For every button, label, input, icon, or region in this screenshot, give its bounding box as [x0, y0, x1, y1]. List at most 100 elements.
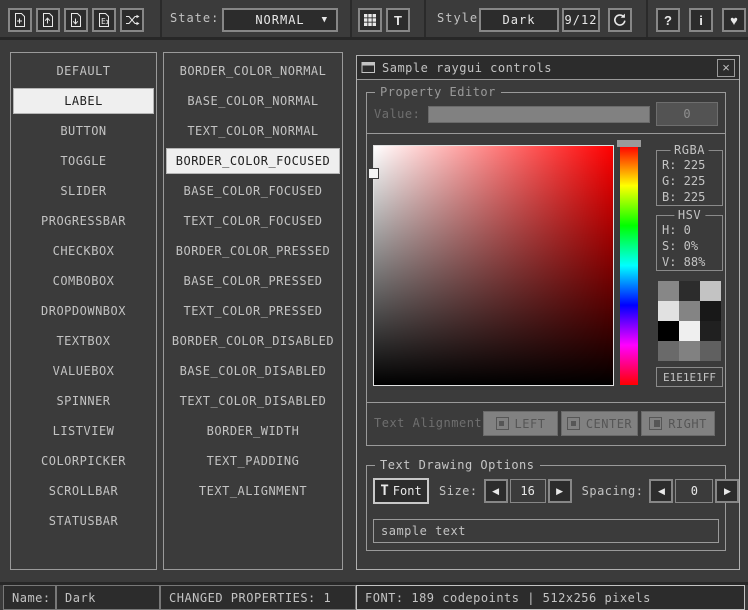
value-slider	[428, 106, 650, 123]
properties-list-item-label: TEXT_ALIGNMENT	[199, 484, 307, 498]
color-picker-panel[interactable]	[373, 145, 614, 386]
style-color-swatch	[700, 341, 721, 361]
controls-list-item-label: PROGRESSBAR	[41, 214, 126, 228]
export-file-icon: E	[96, 12, 112, 28]
controls-list-item[interactable]: LABEL	[13, 88, 154, 114]
properties-list-item[interactable]: TEXT_COLOR_FOCUSED	[164, 206, 342, 236]
save-style-button[interactable]	[64, 8, 88, 32]
style-index-value: 9/12	[565, 13, 598, 27]
controls-list-item[interactable]: CHECKBOX	[11, 236, 156, 266]
controls-list-item[interactable]: TEXTBOX	[11, 326, 156, 356]
sample-controls-window: Sample raygui controls × Property Editor…	[356, 55, 740, 570]
state-dropdown[interactable]: NORMAL ▼	[222, 8, 338, 32]
properties-list-item[interactable]: TEXT_COLOR_PRESSED	[164, 296, 342, 326]
toolbar-divider	[646, 0, 648, 37]
hsv-s-value: S: 0%	[657, 238, 722, 254]
controls-list-item[interactable]: PROGRESSBAR	[11, 206, 156, 236]
properties-list-item[interactable]: BORDER_COLOR_DISABLED	[164, 326, 342, 356]
properties-list-item[interactable]: TEXT_COLOR_DISABLED	[164, 386, 342, 416]
properties-list-item-label: TEXT_COLOR_FOCUSED	[183, 214, 322, 228]
grid-icon	[362, 12, 378, 28]
spacing-increase-button[interactable]: ▶	[715, 479, 739, 503]
info-icon: i	[699, 14, 703, 27]
window-close-button[interactable]: ×	[717, 59, 735, 77]
properties-list-item[interactable]: BORDER_WIDTH	[164, 416, 342, 446]
heart-icon: ♥	[730, 14, 738, 27]
controls-list-item-label: SCROLLBAR	[49, 484, 119, 498]
sponsor-button[interactable]: ♥	[722, 8, 746, 32]
rgba-group: RGBA R: 225 G: 225 B: 225	[656, 150, 723, 206]
statusbar-changed-properties: CHANGED PROPERTIES: 1	[160, 585, 356, 610]
properties-list-item[interactable]: BORDER_COLOR_NORMAL	[164, 56, 342, 86]
properties-list-item-label: BORDER_COLOR_NORMAL	[180, 64, 327, 78]
grid-toggle-button[interactable]	[358, 8, 382, 32]
export-style-button[interactable]: E	[92, 8, 116, 32]
about-button[interactable]: i	[689, 8, 713, 32]
style-color-swatches	[658, 281, 721, 361]
style-color-swatch	[679, 341, 700, 361]
controls-list-item[interactable]: BUTTON	[11, 116, 156, 146]
random-style-button[interactable]	[120, 8, 144, 32]
controls-list-item[interactable]: SLIDER	[11, 176, 156, 206]
sample-text-value: sample text	[381, 524, 466, 538]
spacing-value-box[interactable]: 0	[675, 479, 713, 503]
size-value-box[interactable]: 16	[510, 479, 546, 503]
align-left-button: LEFT	[483, 411, 558, 436]
controls-list-item[interactable]: DEFAULT	[11, 56, 156, 86]
style-name-button[interactable]: Dark	[479, 8, 559, 32]
style-color-swatch	[658, 321, 679, 341]
text-alignment-label: Text Alignment:	[374, 411, 490, 436]
properties-list-item[interactable]: TEXT_COLOR_NORMAL	[164, 116, 342, 146]
size-increase-button[interactable]: ▶	[548, 479, 572, 503]
left-arrow-icon: ◀	[492, 486, 499, 497]
font-t-icon: T	[380, 483, 388, 499]
new-file-icon	[12, 12, 28, 28]
help-button[interactable]: ?	[656, 8, 680, 32]
align-left-icon	[496, 417, 509, 430]
controls-list-item[interactable]: TOGGLE	[11, 146, 156, 176]
value-box: 0	[656, 102, 718, 126]
left-arrow-icon: ◀	[658, 486, 665, 497]
properties-list-item[interactable]: BORDER_COLOR_FOCUSED	[166, 148, 340, 174]
properties-list-item[interactable]: TEXT_PADDING	[164, 446, 342, 476]
style-index-box[interactable]: 9/12	[562, 8, 600, 32]
properties-list-item[interactable]: BASE_COLOR_FOCUSED	[164, 176, 342, 206]
style-name-input[interactable]: Dark	[56, 585, 160, 610]
controls-list-item[interactable]: SPINNER	[11, 386, 156, 416]
controls-list-item[interactable]: STATUSBAR	[11, 506, 156, 536]
properties-list-item[interactable]: BASE_COLOR_NORMAL	[164, 86, 342, 116]
property-editor-title: Property Editor	[375, 85, 501, 99]
color-picker-cursor[interactable]	[368, 168, 379, 179]
properties-list-item-label: BASE_COLOR_FOCUSED	[183, 184, 322, 198]
controls-list-item[interactable]: COMBOBOX	[11, 266, 156, 296]
style-color-swatch	[658, 281, 679, 301]
hue-bar-cursor[interactable]	[617, 140, 641, 147]
hex-color-input[interactable]: E1E1E1FF	[656, 367, 723, 387]
text-edit-toggle-button[interactable]: T	[386, 8, 410, 32]
chevron-down-icon: ▼	[322, 15, 328, 25]
properties-list-item[interactable]: BASE_COLOR_PRESSED	[164, 266, 342, 296]
properties-list-item[interactable]: TEXT_ALIGNMENT	[164, 476, 342, 506]
toolbar-divider	[160, 0, 162, 37]
controls-list-item[interactable]: SCROLLBAR	[11, 476, 156, 506]
sample-text-input[interactable]: sample text	[373, 519, 719, 543]
rgba-b-value: B: 225	[657, 189, 722, 205]
hue-bar[interactable]	[620, 146, 638, 385]
statusbar-name-label: Name:	[3, 585, 56, 610]
controls-list-item-label: SLIDER	[60, 184, 106, 198]
properties-list-item[interactable]: BASE_COLOR_DISABLED	[164, 356, 342, 386]
load-style-button[interactable]	[36, 8, 60, 32]
properties-list-item[interactable]: BORDER_COLOR_PRESSED	[164, 236, 342, 266]
align-right-label: RIGHT	[668, 417, 707, 431]
size-decrease-button[interactable]: ◀	[484, 479, 508, 503]
controls-list-item[interactable]: VALUEBOX	[11, 356, 156, 386]
spacing-decrease-button[interactable]: ◀	[649, 479, 673, 503]
font-button[interactable]: T Font	[373, 478, 429, 504]
controls-list-item[interactable]: DROPDOWNBOX	[11, 296, 156, 326]
toolbar-divider	[424, 0, 426, 37]
controls-list-item[interactable]: LISTVIEW	[11, 416, 156, 446]
controls-list-item[interactable]: COLORPICKER	[11, 446, 156, 476]
reload-style-button[interactable]	[608, 8, 632, 32]
controls-list-item-label: DEFAULT	[56, 64, 110, 78]
new-style-button[interactable]	[8, 8, 32, 32]
